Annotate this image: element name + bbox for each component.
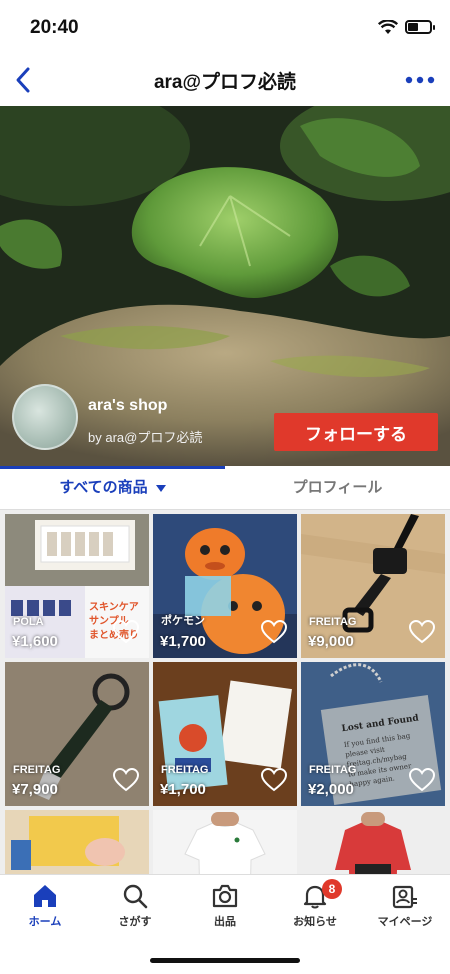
product-card[interactable] bbox=[153, 810, 297, 874]
shop-name: ara's shop bbox=[88, 397, 168, 414]
product-price: ¥1,700 bbox=[160, 633, 206, 650]
svg-text:スキンケア: スキンケア bbox=[89, 601, 139, 613]
product-card[interactable]: スキンケア サンプル まとめ売り POLA ¥1,600 bbox=[5, 514, 149, 658]
product-card[interactable]: FREITAG ¥9,000 bbox=[301, 514, 445, 658]
home-indicator bbox=[150, 958, 300, 963]
product-card[interactable]: FREITAG ¥1,700 bbox=[153, 662, 297, 806]
tab-mypage[interactable]: マイページ bbox=[360, 883, 450, 939]
heart-icon[interactable] bbox=[409, 768, 435, 792]
notification-badge: 8 bbox=[322, 879, 342, 899]
shop-owner: by ara@プロフ必読 bbox=[88, 430, 203, 445]
wifi-icon bbox=[378, 20, 398, 34]
tab-home[interactable]: ホーム bbox=[0, 883, 90, 939]
product-brand: FREITAG bbox=[309, 616, 357, 628]
product-image bbox=[153, 810, 297, 874]
product-card[interactable] bbox=[5, 810, 149, 874]
product-brand: FREITAG bbox=[309, 764, 357, 776]
heart-icon[interactable] bbox=[261, 768, 287, 792]
product-price: ¥1,600 bbox=[12, 633, 58, 650]
tab-search[interactable]: さがす bbox=[90, 883, 180, 939]
tab-sell-label: 出品 bbox=[214, 916, 236, 928]
tab-profile[interactable]: プロフィール bbox=[225, 466, 450, 510]
product-brand: ポケモン bbox=[161, 615, 205, 627]
shop-cover-image: ara's shop by ara@プロフ必読 フォローする bbox=[0, 106, 450, 466]
status-time: 20:40 bbox=[30, 17, 79, 38]
battery-icon bbox=[405, 20, 435, 34]
more-options-icon[interactable] bbox=[404, 66, 436, 94]
tab-notifications-label: お知らせ bbox=[293, 916, 337, 928]
nav-bar: ara@プロフ必読 bbox=[0, 54, 450, 106]
tab-all-products[interactable]: すべての商品 bbox=[0, 466, 225, 510]
product-brand: FREITAG bbox=[161, 764, 209, 776]
follow-button[interactable]: フォローする bbox=[274, 413, 438, 451]
heart-icon[interactable] bbox=[113, 768, 139, 792]
page-title: ara@プロフ必読 bbox=[153, 72, 297, 93]
tab-home-label: ホーム bbox=[28, 916, 62, 928]
product-price: ¥1,700 bbox=[160, 781, 206, 798]
tab-notifications[interactable]: 8 お知らせ bbox=[270, 879, 360, 939]
product-brand: POLA bbox=[13, 616, 44, 628]
camera-icon bbox=[212, 884, 238, 908]
product-card[interactable]: Lost and Found If you find this bag plea… bbox=[301, 662, 445, 806]
product-card[interactable] bbox=[301, 810, 445, 874]
product-brand: FREITAG bbox=[13, 764, 61, 776]
shop-tabs: すべての商品 プロフィール bbox=[0, 466, 450, 510]
profile-card-icon bbox=[392, 885, 417, 909]
heart-icon[interactable] bbox=[261, 620, 287, 644]
product-image bbox=[301, 810, 445, 874]
heart-icon[interactable] bbox=[113, 620, 139, 644]
tab-mypage-label: マイページ bbox=[377, 916, 433, 928]
product-price: ¥7,900 bbox=[12, 781, 58, 798]
product-price: ¥9,000 bbox=[308, 633, 354, 650]
tab-search-label: さがす bbox=[118, 916, 152, 928]
caret-down-icon bbox=[155, 484, 166, 492]
shop-avatar[interactable] bbox=[12, 384, 78, 450]
home-icon bbox=[34, 885, 56, 907]
product-image bbox=[5, 810, 149, 874]
tab-all-products-label: すべての商品 bbox=[59, 479, 148, 496]
product-card[interactable]: FREITAG ¥7,900 bbox=[5, 662, 149, 806]
product-grid: スキンケア サンプル まとめ売り POLA ¥1,600 ポケモン ¥1,700 bbox=[0, 510, 450, 874]
tab-sell[interactable]: 出品 bbox=[180, 883, 270, 939]
status-bar: 20:40 bbox=[0, 0, 450, 54]
product-card[interactable]: ポケモン ¥1,700 bbox=[153, 514, 297, 658]
search-icon bbox=[123, 884, 148, 909]
heart-icon[interactable] bbox=[409, 620, 435, 644]
product-price: ¥2,000 bbox=[308, 781, 354, 798]
